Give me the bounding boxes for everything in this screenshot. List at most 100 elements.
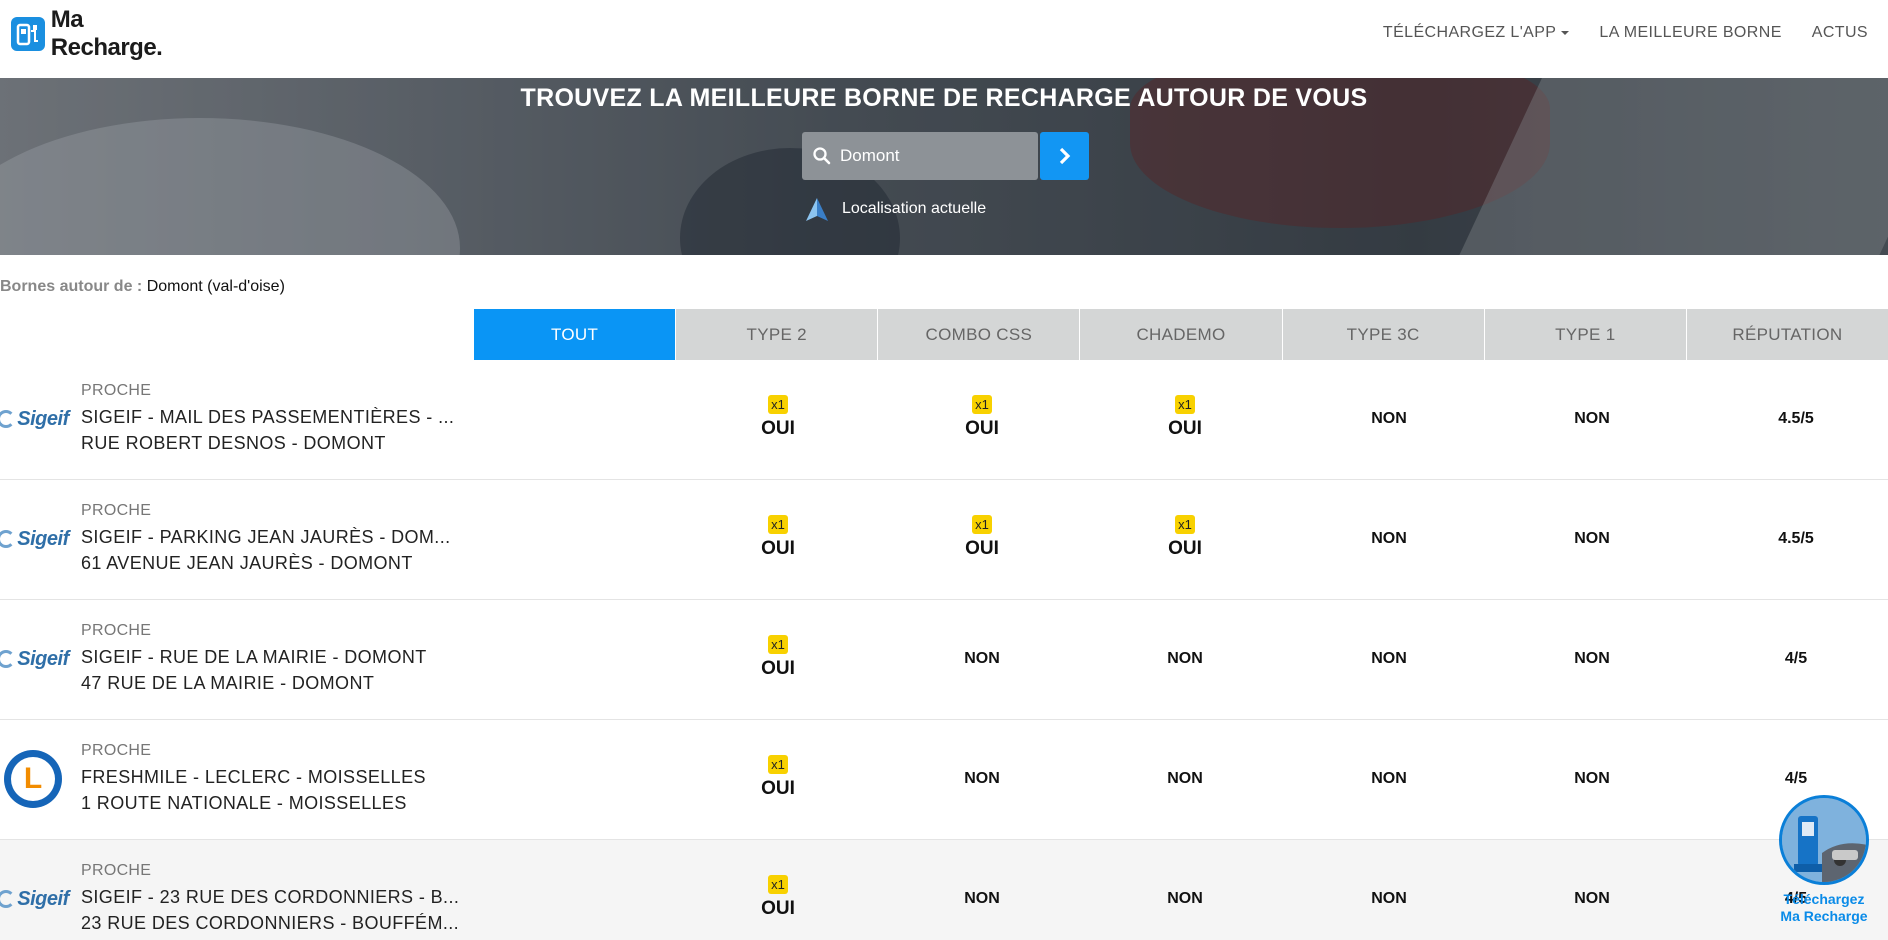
connector-cell-combo: NON	[881, 650, 1083, 668]
connector-filter-tabs: TOUT TYPE 2 COMBO CSS CHADEMO TYPE 3C TY…	[474, 309, 1888, 360]
nav-download-app-label: TÉLÉCHARGEZ L'APP	[1382, 24, 1557, 41]
proximity-tag: PROCHE	[81, 622, 152, 639]
connector-unavailable: NON	[1167, 890, 1203, 907]
logo-text: Ma Recharge.	[50, 6, 163, 61]
tab-type-1[interactable]: TYPE 1	[1483, 309, 1686, 360]
leclerc-logo-letter: L	[11, 757, 55, 801]
download-app-fab[interactable]: Téléchargez Ma Recharge	[1775, 795, 1873, 935]
sigeif-logo-icon: Sigeif	[0, 388, 69, 450]
connector-available: OUI	[1168, 538, 1202, 559]
connector-unavailable: NON	[1574, 530, 1610, 547]
tab-type-3c[interactable]: TYPE 3C	[1281, 309, 1484, 360]
connector-unavailable: NON	[1371, 890, 1407, 907]
tab-type-2[interactable]: TYPE 2	[675, 309, 878, 360]
connector-available: OUI	[761, 538, 795, 559]
station-name[interactable]: FRESHMILE - LECLERC - MOISSELLES	[81, 767, 426, 788]
tab-combo-css[interactable]: COMBO CSS	[877, 309, 1080, 360]
station-row[interactable]: Sigeif PROCHE SIGEIF - MAIL DES PASSEMENTI…	[0, 360, 1888, 480]
reputation-score: 4.5/5	[1778, 530, 1814, 547]
connector-cell-type3c: NON	[1288, 410, 1490, 428]
sigeif-swirl-icon	[0, 530, 16, 548]
leclerc-logo-icon: L	[2, 748, 64, 810]
connector-cell-type2: x1 OUI	[677, 515, 879, 560]
connector-cell-type2: x1 OUI	[677, 395, 879, 440]
proximity-tag: PROCHE	[81, 382, 152, 399]
proximity-tag: PROCHE	[81, 502, 152, 519]
connector-cell-combo: x1 OUI	[881, 395, 1083, 440]
connector-cell-type2: x1 OUI	[677, 755, 879, 800]
station-name[interactable]: SIGEIF - MAIL DES PASSEMENTIÈRES - ...	[81, 407, 454, 428]
caret-down-icon	[1561, 30, 1570, 35]
connector-unavailable: NON	[1371, 650, 1407, 667]
connector-available: OUI	[761, 658, 795, 679]
connector-cell-type1: NON	[1491, 410, 1693, 428]
search-submit-button[interactable]	[1040, 132, 1089, 180]
connector-unavailable: NON	[1371, 530, 1407, 547]
results-heading: Bornes autour de : Domont (val-d'oise)	[0, 278, 285, 296]
main-nav: TÉLÉCHARGEZ L'APP LA MEILLEURE BORNE ACT…	[1353, 24, 1868, 42]
sigeif-swirl-icon	[0, 890, 16, 908]
results-label: Bornes autour de :	[0, 278, 143, 295]
connector-cell-combo: NON	[881, 770, 1083, 788]
connector-available: OUI	[761, 418, 795, 439]
connector-available: OUI	[965, 538, 999, 559]
connector-unavailable: NON	[964, 770, 1000, 787]
connector-cell-type3c: NON	[1288, 530, 1490, 548]
connector-unavailable: NON	[964, 650, 1000, 667]
sigeif-logo: Sigeif	[0, 408, 69, 431]
reputation-score: 4/5	[1784, 650, 1808, 667]
connector-count-badge: x1	[1175, 515, 1195, 534]
nav-news[interactable]: ACTUS	[1782, 24, 1868, 42]
sigeif-logo-icon: Sigeif	[0, 508, 69, 570]
station-row[interactable]: L PROCHE FRESHMILE - LECLERC - MOISSELLES 1…	[0, 720, 1888, 840]
search-input[interactable]	[840, 146, 1020, 166]
sigeif-logo-text: Sigeif	[17, 647, 69, 670]
sigeif-logo: Sigeif	[0, 648, 69, 671]
station-address: RUE ROBERT DESNOS - DOMONT	[81, 433, 386, 453]
station-address: 47 RUE DE LA MAIRIE - DOMONT	[81, 673, 375, 693]
sigeif-logo: Sigeif	[0, 888, 69, 911]
station-name[interactable]: SIGEIF - PARKING JEAN JAURÈS - DOM...	[81, 527, 451, 548]
tab-reputation[interactable]: RÉPUTATION	[1685, 309, 1888, 360]
nav-best-charger[interactable]: LA MEILLEURE BORNE	[1569, 24, 1781, 42]
chevron-right-icon	[1059, 147, 1070, 165]
station-address: 1 ROUTE NATIONALE - MOISSELLES	[81, 793, 407, 813]
station-name[interactable]: SIGEIF - 23 RUE DES CORDONNIERS - B...	[81, 887, 459, 908]
connector-cell-chademo: x1 OUI	[1084, 515, 1286, 560]
tab-chademo[interactable]: CHADEMO	[1079, 309, 1282, 360]
connector-available: OUI	[965, 418, 999, 439]
connector-available: OUI	[761, 898, 795, 919]
charger-logo-icon	[11, 17, 45, 51]
connector-cell-combo: x1 OUI	[881, 515, 1083, 560]
proximity-tag: PROCHE	[81, 862, 152, 879]
connector-cell-type2: x1 OUI	[677, 635, 879, 680]
connector-unavailable: NON	[1574, 890, 1610, 907]
sigeif-logo-icon: Sigeif	[0, 868, 69, 930]
nav-download-app[interactable]: TÉLÉCHARGEZ L'APP	[1353, 24, 1570, 42]
sigeif-swirl-icon	[0, 650, 16, 668]
connector-cell-chademo: x1 OUI	[1084, 395, 1286, 440]
proximity-tag: PROCHE	[81, 742, 152, 759]
location-arrow-icon	[806, 198, 828, 221]
search-icon	[812, 146, 832, 166]
hero-title: TROUVEZ LA MEILLEURE BORNE DE RECHARGE A…	[520, 84, 1368, 112]
connector-cell-type2: x1 OUI	[677, 875, 879, 920]
station-address: 61 AVENUE JEAN JAURÈS - DOMONT	[81, 553, 413, 573]
connector-count-badge: x1	[768, 635, 788, 654]
station-row[interactable]: Sigeif PROCHE SIGEIF - PARKING JEAN JAURÈS…	[0, 480, 1888, 600]
connector-unavailable: NON	[1574, 770, 1610, 787]
fab-line-1: Téléchargez	[1783, 891, 1865, 907]
station-row[interactable]: Sigeif PROCHE SIGEIF - 23 RUE DES CORDONNI…	[0, 840, 1888, 940]
fab-label: Téléchargez Ma Recharge	[1775, 891, 1873, 925]
current-location-link[interactable]: Localisation actuelle	[804, 196, 986, 222]
tab-tout[interactable]: TOUT	[474, 309, 676, 360]
connector-count-badge: x1	[1175, 395, 1195, 414]
top-navbar: Ma Recharge. TÉLÉCHARGEZ L'APP LA MEILLE…	[0, 0, 1888, 78]
search-box	[802, 132, 1038, 180]
station-name[interactable]: SIGEIF - RUE DE LA MAIRIE - DOMONT	[81, 647, 427, 668]
site-logo[interactable]: Ma Recharge.	[6, 6, 200, 61]
connector-available: OUI	[1168, 418, 1202, 439]
station-row[interactable]: Sigeif PROCHE SIGEIF - RUE DE LA MAIRIE - …	[0, 600, 1888, 720]
reputation-score: 4/5	[1784, 770, 1808, 787]
leclerc-logo-ring: L	[4, 750, 62, 808]
